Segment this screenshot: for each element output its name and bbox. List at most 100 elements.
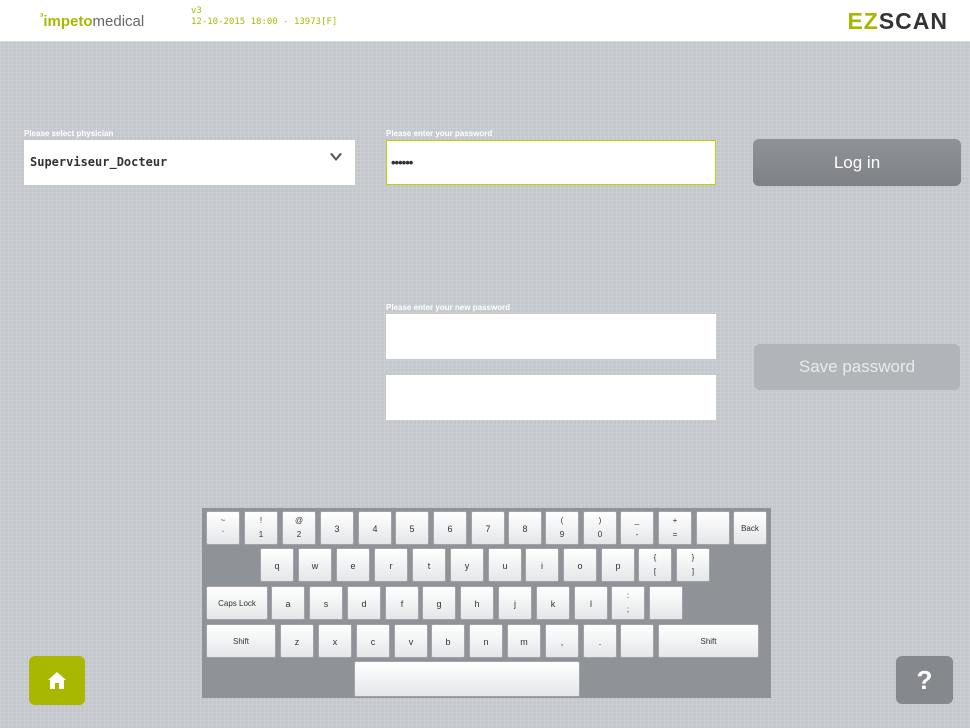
key-label: t <box>427 561 431 571</box>
key-a[interactable]: a <box>271 586 305 620</box>
key-label: i <box>541 561 543 571</box>
key-top-label: ~ <box>220 516 226 525</box>
brand-part-1: impeto <box>43 13 93 30</box>
key-top-label: + <box>672 516 678 525</box>
key-blank[interactable] <box>696 511 730 545</box>
physician-select[interactable]: Superviseur_Docteur <box>24 140 355 185</box>
key-label: v <box>408 637 414 647</box>
key-label: 5 <box>409 524 415 534</box>
key-label: w <box>311 561 319 571</box>
password-value: •••••• <box>391 155 413 170</box>
key-1[interactable]: ! 1 <box>244 511 278 545</box>
key-y[interactable]: y <box>450 548 484 582</box>
new-password-input[interactable] <box>386 314 716 359</box>
chevron-down-icon <box>329 151 343 169</box>
key-x[interactable]: x <box>318 624 352 658</box>
key-label: b <box>445 637 451 647</box>
key-f[interactable]: f <box>385 586 419 620</box>
key-label: r <box>389 561 393 571</box>
key-top-label: } <box>691 553 695 562</box>
caps-lock-key[interactable]: Caps Lock <box>206 586 268 620</box>
shift-right-key[interactable]: Shift <box>658 624 759 658</box>
key-7[interactable]: 7 <box>471 511 505 545</box>
home-icon <box>47 671 67 695</box>
key-u[interactable]: u <box>488 548 522 582</box>
key-semicolon[interactable]: : ; <box>611 586 645 620</box>
physician-label: Please select physician <box>24 129 114 138</box>
key-top-label: ) <box>598 516 602 525</box>
save-password-button[interactable]: Save password <box>754 344 960 390</box>
key-s[interactable]: s <box>309 586 343 620</box>
key-label: Shift <box>700 637 717 646</box>
ezscan-logo: EZSCAN <box>847 8 948 35</box>
key-slash[interactable] <box>620 624 654 658</box>
key-2[interactable]: @ 2 <box>282 511 316 545</box>
key-period[interactable]: . <box>583 624 617 658</box>
key-top-label: @ <box>294 516 304 525</box>
space-key[interactable] <box>354 661 580 697</box>
key-label: a <box>285 599 291 609</box>
new-password-label: Please enter your new password <box>386 303 511 312</box>
key-equals[interactable]: + = <box>658 511 692 545</box>
key-bottom-label: 1 <box>258 530 264 539</box>
key-label: c <box>370 637 376 647</box>
confirm-password-input[interactable] <box>386 375 716 420</box>
key-close-bracket[interactable]: } ] <box>676 548 710 582</box>
key-label: q <box>274 561 280 571</box>
key-p[interactable]: p <box>601 548 635 582</box>
key-bottom-label: ; <box>626 605 630 614</box>
key-label: 8 <box>522 524 528 534</box>
version-info: v3 12-10-2015 18:00 - 13973[F] <box>191 6 337 28</box>
key-d[interactable]: d <box>347 586 381 620</box>
on-screen-keyboard: ~ ` ! 1 @ 2 3 4 5 6 7 8 ( 9 ) 0 _ - + = … <box>202 508 771 698</box>
key-quote[interactable] <box>649 586 683 620</box>
key-e[interactable]: e <box>336 548 370 582</box>
key-w[interactable]: w <box>298 548 332 582</box>
key-4[interactable]: 4 <box>358 511 392 545</box>
key-bottom-label: ] <box>691 567 695 576</box>
login-button[interactable]: Log in <box>753 139 961 186</box>
backspace-key[interactable]: Back <box>733 511 767 545</box>
key-b[interactable]: b <box>431 624 465 658</box>
key-bottom-label: 2 <box>296 530 302 539</box>
key-label: h <box>474 599 480 609</box>
help-button[interactable]: ? <box>896 656 953 704</box>
key-label: Back <box>741 524 759 533</box>
key-top-label: { <box>653 553 657 562</box>
key-r[interactable]: r <box>374 548 408 582</box>
key-tilde[interactable]: ~ ` <box>206 511 240 545</box>
key-l[interactable]: l <box>574 586 608 620</box>
key-o[interactable]: o <box>563 548 597 582</box>
password-input[interactable]: •••••• <box>386 140 716 185</box>
key-label: z <box>294 637 300 647</box>
key-label: Shift <box>232 637 249 646</box>
key-8[interactable]: 8 <box>508 511 542 545</box>
key-g[interactable]: g <box>422 586 456 620</box>
home-button[interactable] <box>29 656 85 705</box>
key-5[interactable]: 5 <box>395 511 429 545</box>
key-bottom-label: - <box>635 530 639 539</box>
key-m[interactable]: m <box>507 624 541 658</box>
key-v[interactable]: v <box>394 624 428 658</box>
key-n[interactable]: n <box>469 624 503 658</box>
key-comma[interactable]: , <box>545 624 579 658</box>
key-label: . <box>598 637 602 647</box>
key-0[interactable]: ) 0 <box>583 511 617 545</box>
key-t[interactable]: t <box>412 548 446 582</box>
key-z[interactable]: z <box>280 624 314 658</box>
shift-left-key[interactable]: Shift <box>206 624 276 658</box>
key-i[interactable]: i <box>525 548 559 582</box>
key-minus[interactable]: _ - <box>620 511 654 545</box>
key-top-label: : <box>626 591 630 600</box>
key-6[interactable]: 6 <box>433 511 467 545</box>
key-9[interactable]: ( 9 <box>545 511 579 545</box>
key-top-label: _ <box>634 516 640 525</box>
key-c[interactable]: c <box>356 624 390 658</box>
key-j[interactable]: j <box>498 586 532 620</box>
key-q[interactable]: q <box>260 548 294 582</box>
key-3[interactable]: 3 <box>320 511 354 545</box>
key-open-bracket[interactable]: { [ <box>638 548 672 582</box>
key-h[interactable]: h <box>460 586 494 620</box>
key-k[interactable]: k <box>536 586 570 620</box>
build-info: 12-10-2015 18:00 - 13973[F] <box>191 17 338 27</box>
